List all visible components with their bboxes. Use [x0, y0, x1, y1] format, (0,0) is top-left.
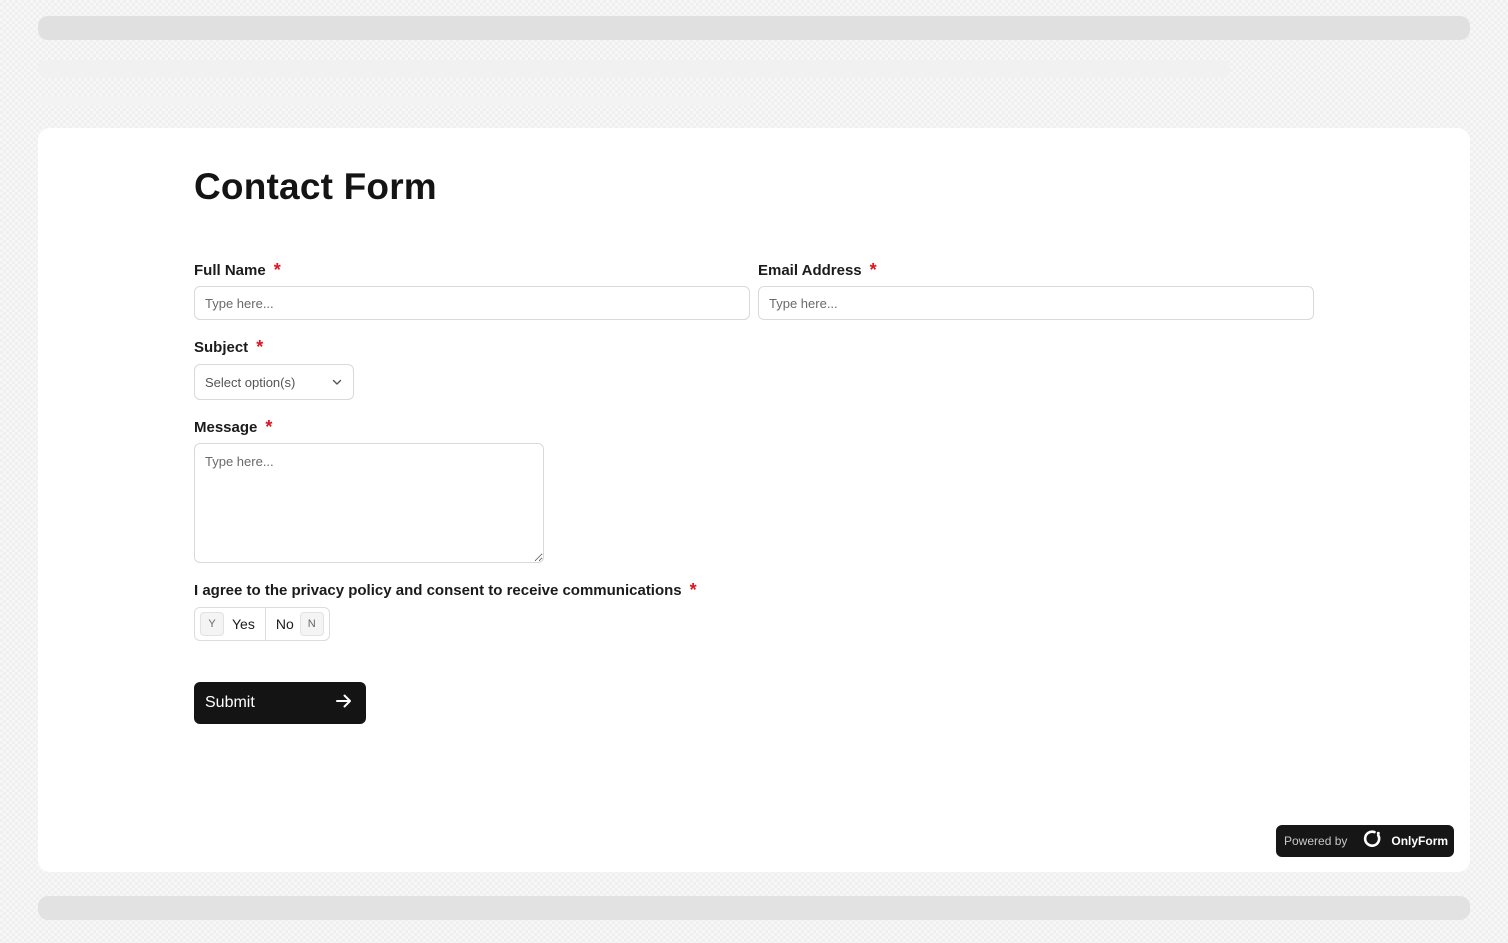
skeleton-bar-middle: [38, 60, 1230, 78]
subject-label: Subject *: [194, 336, 263, 357]
yes-label: Yes: [232, 616, 255, 632]
email-label: Email Address *: [758, 259, 877, 280]
no-shortcut-key: N: [299, 612, 324, 636]
consent-yes-no-group: Y Yes No N: [194, 607, 330, 641]
consent-label-text: I agree to the privacy policy and consen…: [194, 582, 682, 599]
required-marker: *: [265, 417, 273, 437]
powered-by-badge[interactable]: Powered by OnlyForm: [1276, 825, 1454, 857]
skeleton-bar-bottom: [38, 896, 1470, 920]
required-marker: *: [273, 260, 281, 280]
message-textarea[interactable]: [194, 443, 544, 563]
chevron-down-icon: [331, 376, 343, 388]
submit-button[interactable]: Submit: [194, 682, 366, 724]
arrow-right-icon: [334, 691, 354, 716]
consent-yes-option[interactable]: Y Yes: [195, 608, 265, 640]
subject-select-placeholder: Select option(s): [205, 374, 296, 390]
onlyform-logo-icon: [1363, 829, 1383, 854]
powered-by-text: Powered by: [1284, 834, 1348, 848]
skeleton-bar-top: [38, 16, 1470, 40]
full-name-label-text: Full Name: [194, 262, 266, 279]
form-card: Contact Form Full Name * Email Address * S…: [38, 128, 1470, 872]
no-label: No: [275, 616, 294, 632]
required-marker: *: [869, 260, 877, 280]
full-name-input[interactable]: [194, 286, 750, 320]
consent-no-option[interactable]: No N: [264, 608, 329, 640]
email-label-text: Email Address: [758, 262, 862, 279]
required-marker: *: [689, 580, 697, 600]
onlyform-brand-text: OnlyForm: [1391, 834, 1449, 848]
submit-label: Submit: [205, 694, 255, 711]
yes-shortcut-key: Y: [200, 612, 224, 636]
skeleton-bar-short: [38, 96, 754, 106]
message-label-text: Message: [194, 419, 258, 436]
subject-label-text: Subject: [194, 339, 249, 356]
full-name-label: Full Name *: [194, 259, 281, 280]
message-label: Message *: [194, 416, 272, 437]
subject-select[interactable]: Select option(s): [194, 364, 354, 400]
email-input[interactable]: [758, 286, 1314, 320]
required-marker: *: [256, 337, 264, 357]
form-title: Contact Form: [194, 166, 437, 207]
onlyform-logo: OnlyForm: [1363, 829, 1448, 854]
consent-label: I agree to the privacy policy and consen…: [194, 579, 697, 600]
